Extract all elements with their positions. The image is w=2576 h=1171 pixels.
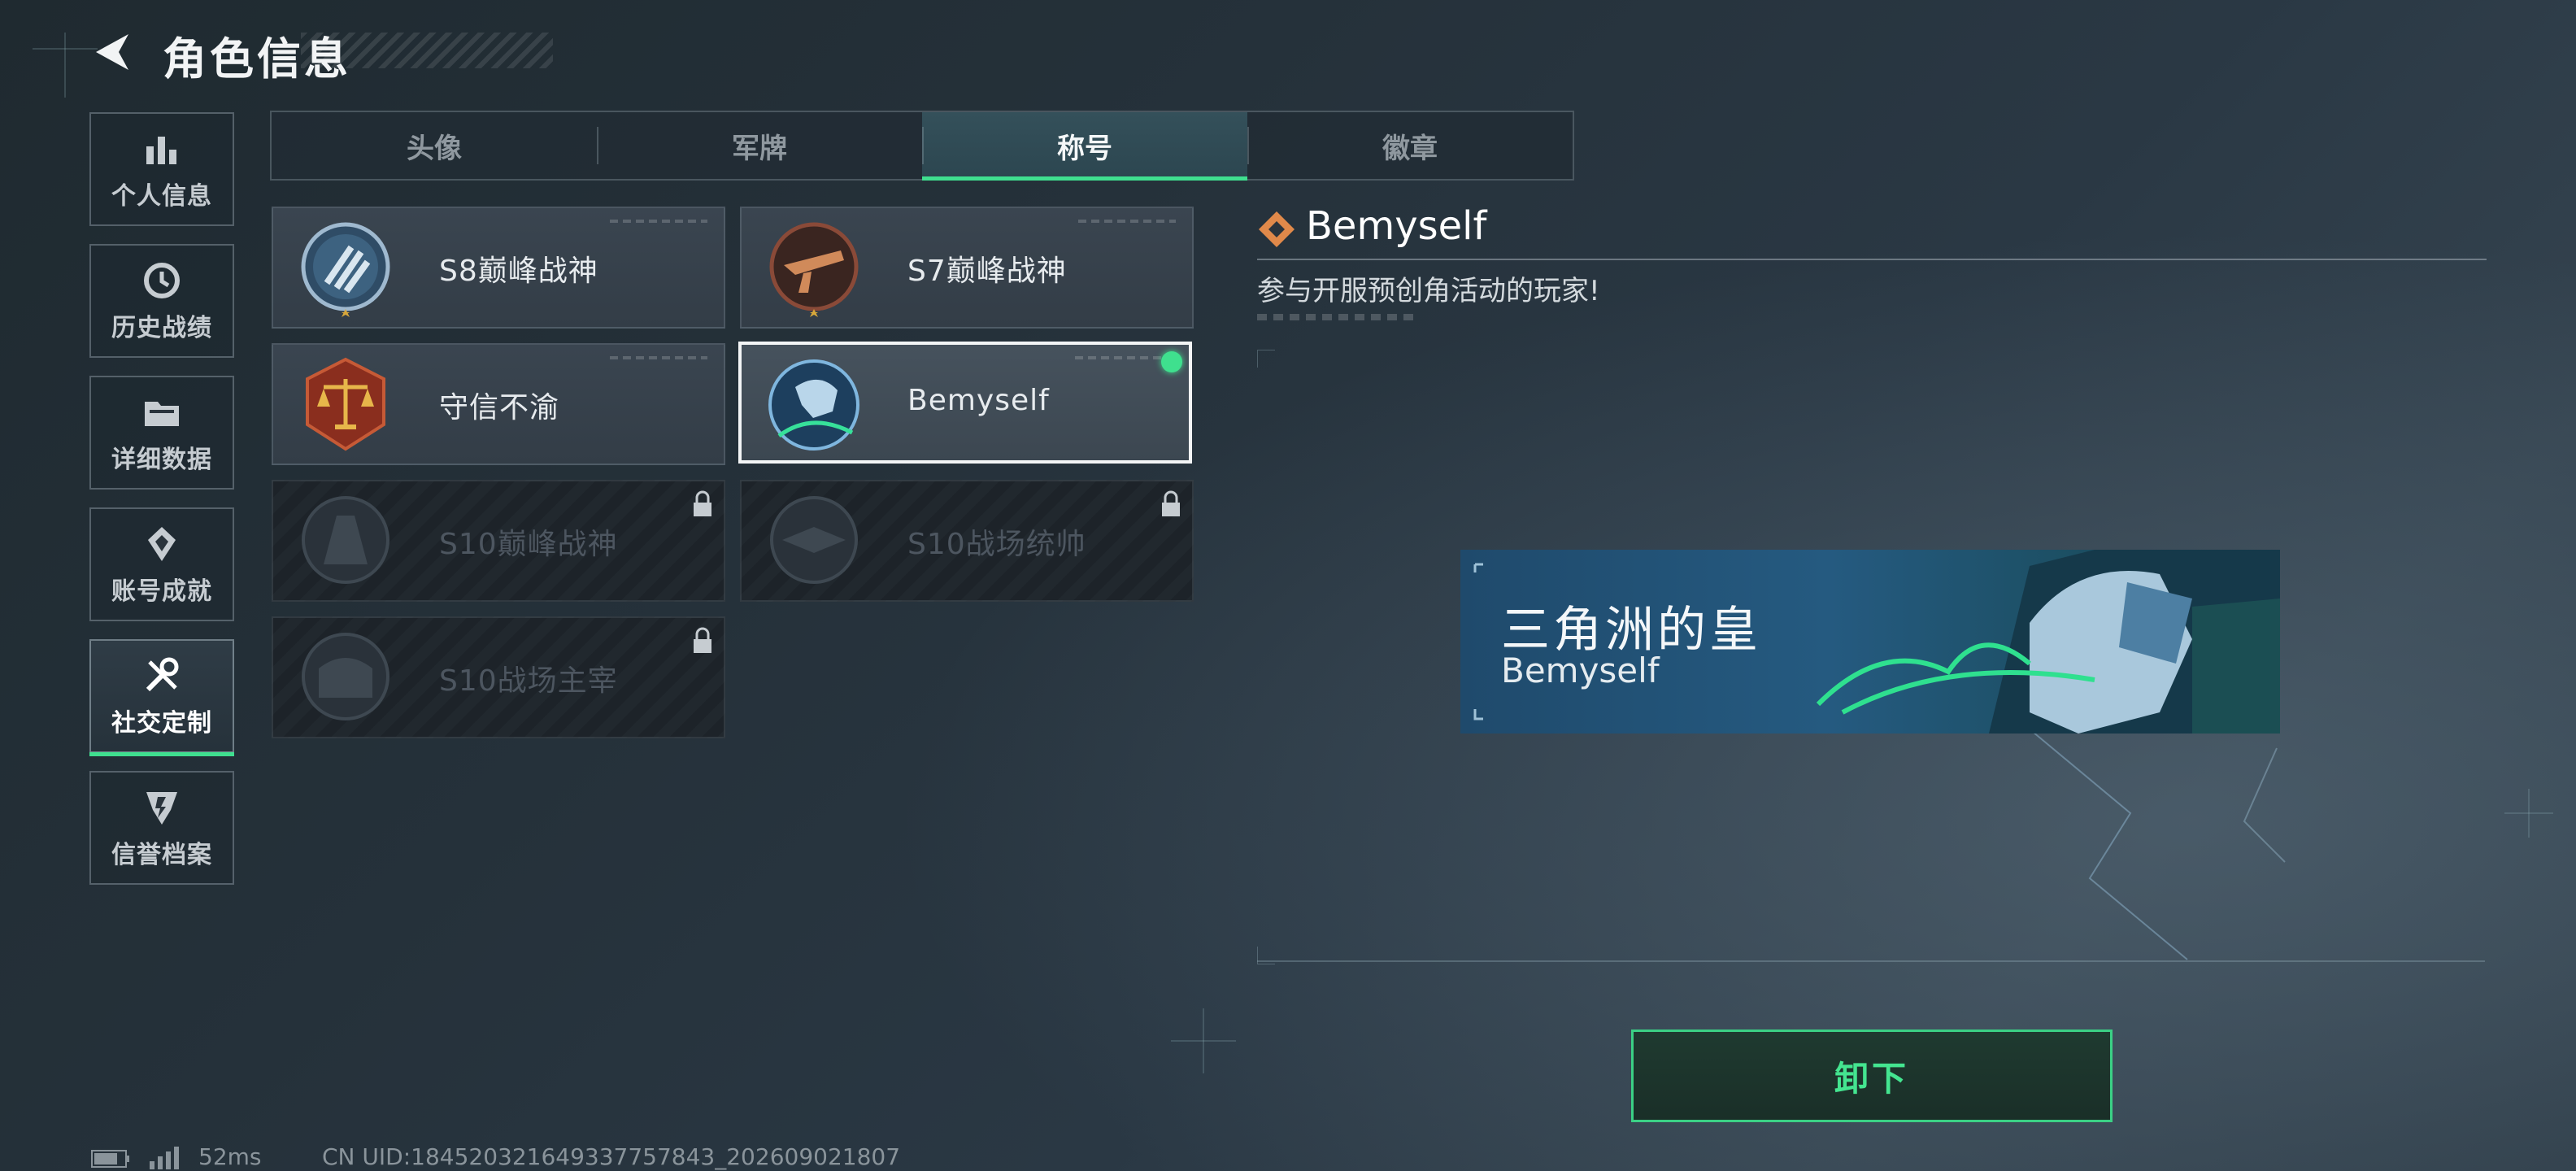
s8-peak-emblem-icon — [301, 222, 390, 317]
s10-peak-emblem-icon — [302, 496, 389, 584]
title-card-bemyself[interactable]: Bemyself — [738, 342, 1192, 464]
title-name: S10战场统帅 — [907, 528, 1086, 561]
sidebar-item-label: 个人信息 — [111, 182, 212, 211]
title-name: S10战场主宰 — [439, 664, 618, 698]
sidebar-item-history[interactable]: 历史战绩 — [89, 244, 234, 358]
sidebar-item-label: 账号成就 — [111, 577, 212, 606]
title-name: Bemyself — [907, 384, 1050, 417]
sidebar-item-label: 详细数据 — [111, 446, 212, 474]
title-card-s10-peak[interactable]: S10巅峰战神 — [272, 480, 725, 602]
title-name: 守信不渝 — [439, 391, 560, 424]
folder-icon — [145, 402, 179, 426]
card-decoration — [610, 220, 707, 223]
title-card-s10-commander[interactable]: S10战场统帅 — [740, 480, 1194, 602]
title-diamond-icon — [1259, 211, 1295, 247]
title-card-faithful[interactable]: 守信不渝 — [272, 343, 725, 465]
title-card-s8[interactable]: S8巅峰战神 — [272, 207, 725, 329]
title-card-s7[interactable]: S7巅峰战神 — [740, 207, 1194, 329]
lock-icon — [694, 627, 711, 653]
divider — [1257, 259, 2487, 260]
title-banner-preview: 三角洲的皇 Bemyself — [1460, 550, 2280, 734]
tab-avatar[interactable]: 头像 — [272, 112, 597, 179]
credit-shield-icon — [146, 792, 177, 825]
equipped-indicator — [1161, 351, 1182, 372]
title-card-s10-dominator[interactable]: S10战场主宰 — [272, 616, 725, 738]
sidebar-item-credit[interactable]: 信誉档案 — [89, 771, 234, 885]
card-decoration — [1075, 356, 1173, 359]
bemyself-emblem-icon — [768, 359, 859, 451]
banner-subtitle: Bemyself — [1501, 651, 1660, 690]
bar-chart-icon — [146, 137, 176, 164]
tools-icon — [146, 657, 179, 692]
scales-emblem-icon — [306, 357, 385, 451]
achievement-icon — [148, 527, 176, 561]
s10-commander-emblem-icon — [770, 496, 858, 584]
sidebar-item-label: 历史战绩 — [111, 314, 212, 342]
sidebar-item-social[interactable]: 社交定制 — [89, 639, 234, 756]
s10-dominator-emblem-icon — [302, 633, 389, 720]
page-title: 角色信息 — [163, 33, 351, 85]
detail-description: 参与开服预创角活动的玩家! — [1257, 275, 1600, 307]
ping-readout: 52ms — [198, 1143, 262, 1170]
description-decoration — [1257, 314, 1420, 320]
tab-dogtag[interactable]: 军牌 — [597, 112, 922, 179]
back-arrow-icon[interactable] — [88, 28, 137, 76]
battery-icon — [91, 1150, 129, 1168]
history-clock-icon — [144, 263, 180, 298]
sidebar-item-label: 社交定制 — [111, 709, 212, 738]
sidebar-item-profile[interactable]: 个人信息 — [89, 112, 234, 226]
unequip-button[interactable]: 卸下 — [1631, 1030, 2113, 1122]
category-tabs: 头像 军牌 称号 徽章 — [270, 111, 1574, 181]
title-name: S7巅峰战神 — [907, 255, 1067, 288]
signal-icon — [150, 1147, 179, 1169]
title-name: S10巅峰战神 — [439, 528, 618, 561]
lock-icon — [1162, 490, 1180, 516]
sidebar-item-achievements[interactable]: 账号成就 — [89, 507, 234, 621]
tab-badge[interactable]: 徽章 — [1247, 112, 1573, 179]
lock-icon — [694, 490, 711, 516]
sidebar-item-details[interactable]: 详细数据 — [89, 376, 234, 490]
s7-peak-emblem-icon — [769, 222, 859, 317]
detail-title-name: Bemyself — [1306, 203, 1487, 249]
sidebar-item-label: 信誉档案 — [111, 841, 212, 869]
card-decoration — [610, 356, 707, 359]
user-uid: CN UID:184520321649337757843_20260902180… — [322, 1143, 901, 1170]
card-decoration — [1078, 220, 1176, 223]
title-name: S8巅峰战神 — [439, 255, 598, 288]
tab-title[interactable]: 称号 — [922, 112, 1247, 181]
